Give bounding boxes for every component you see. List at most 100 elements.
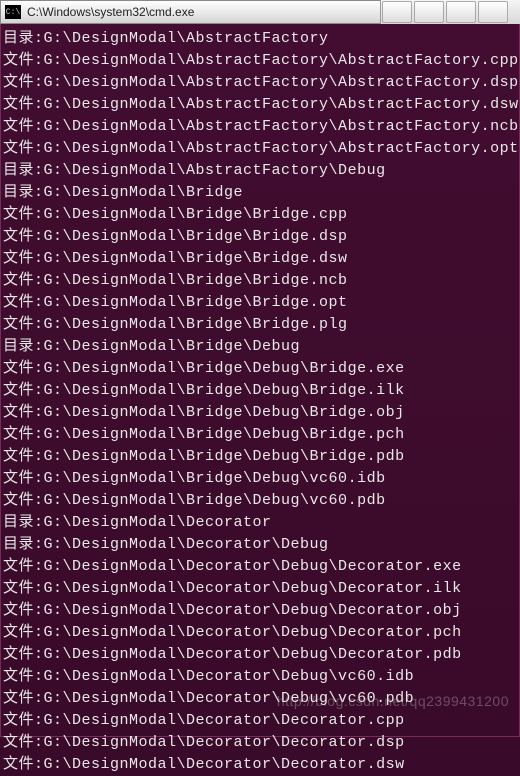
output-line: 文件: G:\DesignModal\Bridge\Debug\Bridge.i… <box>3 380 517 402</box>
file-label: 文件: <box>3 380 44 402</box>
path-text: G:\DesignModal\AbstractFactory\AbstractF… <box>44 116 519 138</box>
output-line: 文件: G:\DesignModal\Decorator\Decorator.c… <box>3 710 517 732</box>
dir-label: 目录: <box>3 28 44 50</box>
path-text: G:\DesignModal\Bridge\Debug\Bridge.exe <box>44 358 517 380</box>
path-text: G:\DesignModal\Bridge\Bridge.plg <box>44 314 517 336</box>
path-text: G:\DesignModal\Bridge\Bridge.opt <box>44 292 517 314</box>
file-label: 文件: <box>3 248 44 270</box>
path-text: G:\DesignModal\Decorator\Debug\Decorator… <box>44 600 517 622</box>
file-label: 文件: <box>3 644 44 666</box>
output-line: 文件: G:\DesignModal\Decorator\Decorator.d… <box>3 732 517 754</box>
path-text: G:\DesignModal\Decorator\Debug\vc60.idb <box>44 666 517 688</box>
output-line: 文件: G:\DesignModal\Bridge\Bridge.ncb <box>3 270 517 292</box>
file-label: 文件: <box>3 292 44 314</box>
path-text: G:\DesignModal\AbstractFactory\AbstractF… <box>44 72 519 94</box>
output-line: 目录: G:\DesignModal\Decorator <box>3 512 517 534</box>
path-text: G:\DesignModal\Bridge\Bridge.ncb <box>44 270 517 292</box>
file-label: 文件: <box>3 578 44 600</box>
dir-label: 目录: <box>3 160 44 182</box>
file-label: 文件: <box>3 754 44 776</box>
file-label: 文件: <box>3 446 44 468</box>
path-text: G:\DesignModal\Decorator\Decorator.dsp <box>44 732 517 754</box>
taskbar-item[interactable] <box>414 1 444 23</box>
file-label: 文件: <box>3 50 44 72</box>
file-label: 文件: <box>3 94 44 116</box>
output-line: 文件: G:\DesignModal\AbstractFactory\Abstr… <box>3 50 517 72</box>
file-label: 文件: <box>3 116 44 138</box>
path-text: G:\DesignModal\Bridge\Bridge.cpp <box>44 204 517 226</box>
window-title: C:\Windows\system32\cmd.exe <box>27 5 194 19</box>
output-line: 文件: G:\DesignModal\Bridge\Debug\vc60.idb <box>3 468 517 490</box>
file-label: 文件: <box>3 622 44 644</box>
path-text: G:\DesignModal\Bridge\Debug\vc60.pdb <box>44 490 517 512</box>
output-line: 文件: G:\DesignModal\AbstractFactory\Abstr… <box>3 94 517 116</box>
cmd-icon: C:\ <box>5 5 21 19</box>
path-text: G:\DesignModal\Decorator\Debug\Decorator… <box>44 644 517 666</box>
output-line: 文件: G:\DesignModal\AbstractFactory\Abstr… <box>3 72 517 94</box>
file-label: 文件: <box>3 688 44 710</box>
output-line: 文件: G:\DesignModal\AbstractFactory\Abstr… <box>3 116 517 138</box>
file-label: 文件: <box>3 732 44 754</box>
path-text: G:\DesignModal\AbstractFactory\Debug <box>44 160 517 182</box>
path-text: G:\DesignModal\AbstractFactory\AbstractF… <box>44 94 519 116</box>
path-text: G:\DesignModal\AbstractFactory <box>44 28 517 50</box>
path-text: G:\DesignModal\Bridge\Debug\Bridge.pch <box>44 424 517 446</box>
file-label: 文件: <box>3 138 44 160</box>
path-text: G:\DesignModal\Bridge\Debug\Bridge.ilk <box>44 380 517 402</box>
path-text: G:\DesignModal\Bridge\Debug <box>44 336 517 358</box>
path-text: G:\DesignModal\Decorator\Debug\Decorator… <box>44 556 517 578</box>
output-line: 文件: G:\DesignModal\Bridge\Debug\Bridge.p… <box>3 424 517 446</box>
path-text: G:\DesignModal\Bridge\Debug\Bridge.pdb <box>44 446 517 468</box>
path-text: G:\DesignModal\Decorator <box>44 512 517 534</box>
output-line: 文件: G:\DesignModal\Decorator\Debug\Decor… <box>3 644 517 666</box>
path-text: G:\DesignModal\Bridge\Debug\Bridge.obj <box>44 402 517 424</box>
file-label: 文件: <box>3 402 44 424</box>
path-text: G:\DesignModal\Decorator\Decorator.cpp <box>44 710 517 732</box>
output-line: 文件: G:\DesignModal\AbstractFactory\Abstr… <box>3 138 517 160</box>
taskbar-item[interactable] <box>382 1 412 23</box>
output-line: 文件: G:\DesignModal\Bridge\Debug\Bridge.e… <box>3 358 517 380</box>
path-text: G:\DesignModal\Bridge <box>44 182 517 204</box>
output-line: 文件: G:\DesignModal\Bridge\Bridge.cpp <box>3 204 517 226</box>
output-line: 目录: G:\DesignModal\Bridge\Debug <box>3 336 517 358</box>
file-label: 文件: <box>3 468 44 490</box>
dir-label: 目录: <box>3 182 44 204</box>
output-line: 目录: G:\DesignModal\AbstractFactory\Debug <box>3 160 517 182</box>
path-text: G:\DesignModal\Bridge\Debug\vc60.idb <box>44 468 517 490</box>
taskbar-fragment <box>380 0 520 24</box>
output-line: 文件: G:\DesignModal\Bridge\Bridge.dsp <box>3 226 517 248</box>
output-line: 目录: G:\DesignModal\AbstractFactory <box>3 28 517 50</box>
file-label: 文件: <box>3 314 44 336</box>
path-text: G:\DesignModal\Decorator\Debug <box>44 534 517 556</box>
output-line: 文件: G:\DesignModal\Decorator\Debug\vc60.… <box>3 666 517 688</box>
file-label: 文件: <box>3 72 44 94</box>
output-line: 文件: G:\DesignModal\Decorator\Debug\vc60.… <box>3 688 517 710</box>
path-text: G:\DesignModal\Decorator\Debug\Decorator… <box>44 578 517 600</box>
file-label: 文件: <box>3 204 44 226</box>
output-line: 文件: G:\DesignModal\Bridge\Bridge.opt <box>3 292 517 314</box>
output-line: 文件: G:\DesignModal\Decorator\Debug\Decor… <box>3 600 517 622</box>
output-line: 文件: G:\DesignModal\Decorator\Decorator.d… <box>3 754 517 776</box>
title-bar[interactable]: C:\ C:\Windows\system32\cmd.exe <box>0 0 520 24</box>
dir-label: 目录: <box>3 534 44 556</box>
file-label: 文件: <box>3 270 44 292</box>
output-line: 文件: G:\DesignModal\Decorator\Debug\Decor… <box>3 556 517 578</box>
output-line: 文件: G:\DesignModal\Bridge\Debug\Bridge.p… <box>3 446 517 468</box>
path-text: G:\DesignModal\Bridge\Bridge.dsp <box>44 226 517 248</box>
output-line: 目录: G:\DesignModal\Bridge <box>3 182 517 204</box>
file-label: 文件: <box>3 556 44 578</box>
file-label: 文件: <box>3 710 44 732</box>
dir-label: 目录: <box>3 336 44 358</box>
terminal-output[interactable]: 目录: G:\DesignModal\AbstractFactory文件: G:… <box>0 24 520 737</box>
path-text: G:\DesignModal\Decorator\Debug\vc60.pdb <box>44 688 517 710</box>
taskbar-item[interactable] <box>478 1 508 23</box>
file-label: 文件: <box>3 226 44 248</box>
path-text: G:\DesignModal\Decorator\Decorator.dsw <box>44 754 517 776</box>
file-label: 文件: <box>3 600 44 622</box>
file-label: 文件: <box>3 666 44 688</box>
output-line: 目录: G:\DesignModal\Decorator\Debug <box>3 534 517 556</box>
output-line: 文件: G:\DesignModal\Bridge\Debug\Bridge.o… <box>3 402 517 424</box>
taskbar-item[interactable] <box>446 1 476 23</box>
file-label: 文件: <box>3 424 44 446</box>
path-text: G:\DesignModal\AbstractFactory\AbstractF… <box>44 50 519 72</box>
